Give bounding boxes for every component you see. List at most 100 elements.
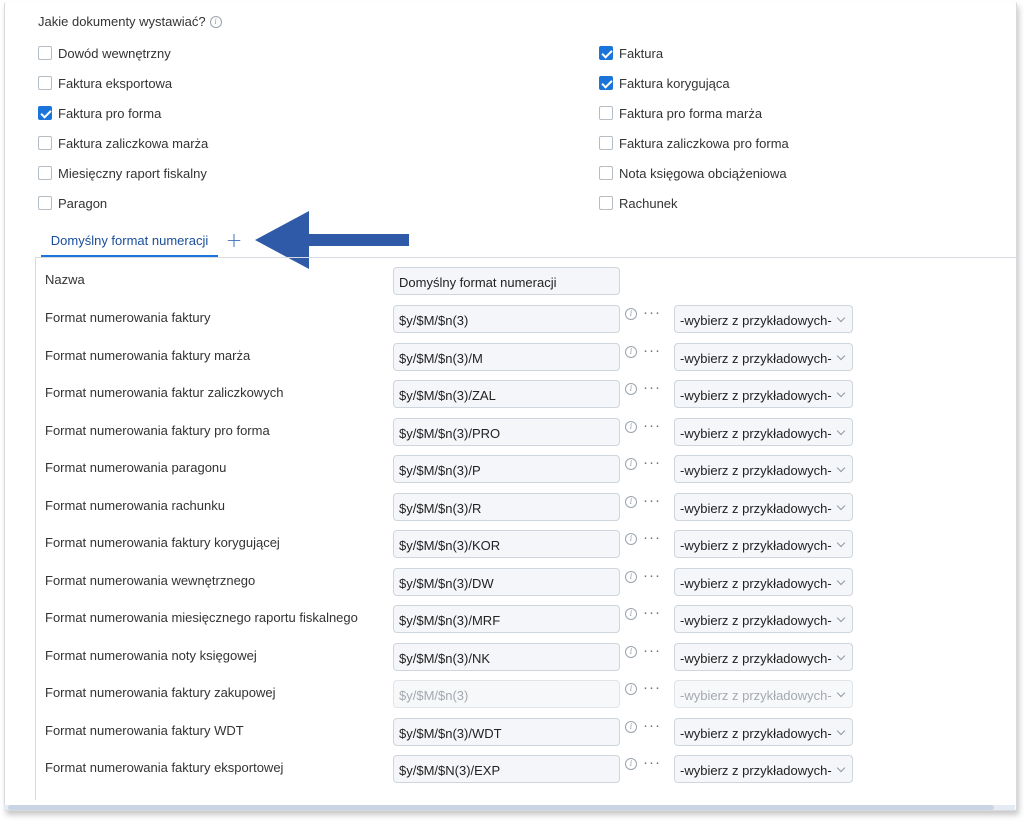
document-type-checkbox[interactable] xyxy=(38,46,52,60)
document-type-option[interactable]: Faktura eksportowa xyxy=(38,74,172,92)
document-type-option[interactable]: Faktura zaliczkowa pro forma xyxy=(599,134,789,152)
more-icon[interactable]: ··· xyxy=(643,305,661,320)
example-format-select[interactable]: -wybierz z przykładowych- xyxy=(674,755,853,783)
info-icon[interactable]: i xyxy=(625,308,637,320)
document-type-checkbox[interactable] xyxy=(599,76,613,90)
name-label: Nazwa xyxy=(45,272,85,287)
document-type-option[interactable]: Faktura xyxy=(599,44,663,62)
info-icon[interactable]: i xyxy=(625,646,637,658)
info-icon[interactable]: i xyxy=(625,683,637,695)
more-icon[interactable]: ··· xyxy=(643,455,661,470)
document-type-option[interactable]: Faktura pro forma xyxy=(38,104,161,122)
document-type-option[interactable]: Rachunek xyxy=(599,194,678,212)
format-input[interactable]: $y/$M/$n(3)/P xyxy=(393,455,620,483)
format-input[interactable]: $y/$M/$n(3)/DW xyxy=(393,568,620,596)
example-format-select[interactable]: -wybierz z przykładowych- xyxy=(674,643,853,671)
info-icon[interactable]: i xyxy=(625,571,637,583)
example-format-select[interactable]: -wybierz z przykładowych- xyxy=(674,530,853,558)
example-format-select[interactable]: -wybierz z przykładowych- xyxy=(674,418,853,446)
more-icon[interactable]: ··· xyxy=(643,568,661,583)
document-type-label: Rachunek xyxy=(619,195,678,211)
info-icon[interactable]: i xyxy=(625,496,637,508)
format-input[interactable]: $y/$M/$n(3)/WDT xyxy=(393,718,620,746)
example-format-select[interactable]: -wybierz z przykładowych- xyxy=(674,718,853,746)
document-type-label: Faktura korygująca xyxy=(619,75,730,91)
select-value: -wybierz z przykładowych- xyxy=(680,538,832,553)
format-row-label: Format numerowania miesięcznego raportu … xyxy=(45,610,358,625)
name-input[interactable]: Domyślny format numeracji xyxy=(393,267,620,295)
format-input: $y/$M/$n(3) xyxy=(393,680,620,708)
horizontal-scrollbar-thumb[interactable] xyxy=(8,805,994,810)
chevron-down-icon xyxy=(836,763,846,773)
more-icon[interactable]: ··· xyxy=(643,755,661,770)
document-type-checkbox[interactable] xyxy=(599,136,613,150)
more-icon[interactable]: ··· xyxy=(643,718,661,733)
select-value: -wybierz z przykładowych- xyxy=(680,313,832,328)
info-icon[interactable]: i xyxy=(209,15,222,28)
example-format-select[interactable]: -wybierz z przykładowych- xyxy=(674,493,853,521)
select-value: -wybierz z przykładowych- xyxy=(680,576,832,591)
example-format-select[interactable]: -wybierz z przykładowych- xyxy=(674,380,853,408)
format-row-label: Format numerowania faktury pro forma xyxy=(45,423,270,438)
more-icon[interactable]: ··· xyxy=(643,605,661,620)
format-input[interactable]: $y/$M/$n(3)/KOR xyxy=(393,530,620,558)
select-value: -wybierz z przykładowych- xyxy=(680,351,832,366)
document-type-checkbox[interactable] xyxy=(599,196,613,210)
info-icon[interactable]: i xyxy=(625,608,637,620)
document-type-checkbox[interactable] xyxy=(38,166,52,180)
add-tab-icon[interactable]: + xyxy=(224,229,244,251)
format-input[interactable]: $y/$M/$n(3) xyxy=(393,305,620,333)
example-format-select[interactable]: -wybierz z przykładowych- xyxy=(674,305,853,333)
more-icon[interactable]: ··· xyxy=(643,530,661,545)
document-type-checkbox[interactable] xyxy=(599,46,613,60)
format-row-label: Format numerowania faktury korygującej xyxy=(45,535,280,550)
format-input[interactable]: $y/$M/$n(3)/MRF xyxy=(393,605,620,633)
document-type-option[interactable]: Nota księgowa obciążeniowa xyxy=(599,164,787,182)
more-icon[interactable]: ··· xyxy=(643,493,661,508)
example-format-select: -wybierz z przykładowych- xyxy=(674,680,853,708)
more-icon[interactable]: ··· xyxy=(643,343,661,358)
document-types-question: Jakie dokumenty wystawiać? i xyxy=(38,14,222,29)
format-row-label: Format numerowania faktury zakupowej xyxy=(45,685,276,700)
document-type-checkbox[interactable] xyxy=(38,106,52,120)
tab-default-numbering-format[interactable]: Domyślny format numeracji xyxy=(41,225,218,257)
format-row-label: Format numerowania faktur zaliczkowych xyxy=(45,385,284,400)
example-format-select[interactable]: -wybierz z przykładowych- xyxy=(674,568,853,596)
document-type-option[interactable]: Paragon xyxy=(38,194,107,212)
more-icon[interactable]: ··· xyxy=(643,643,661,658)
info-icon[interactable]: i xyxy=(625,721,637,733)
format-row-label: Format numerowania faktury xyxy=(45,310,211,325)
info-icon[interactable]: i xyxy=(625,533,637,545)
info-icon[interactable]: i xyxy=(625,458,637,470)
format-input[interactable]: $y/$M/$n(3)/NK xyxy=(393,643,620,671)
format-input[interactable]: $y/$M/$n(3)/ZAL xyxy=(393,380,620,408)
format-input[interactable]: $y/$M/$n(3)/PRO xyxy=(393,418,620,446)
document-type-option[interactable]: Dowód wewnętrzny xyxy=(38,44,171,62)
document-type-checkbox[interactable] xyxy=(599,106,613,120)
format-input[interactable]: $y/$M/$n(3)/R xyxy=(393,493,620,521)
document-type-checkbox[interactable] xyxy=(38,76,52,90)
more-icon[interactable]: ··· xyxy=(643,380,661,395)
document-type-checkbox[interactable] xyxy=(599,166,613,180)
document-type-checkbox[interactable] xyxy=(38,196,52,210)
document-type-option[interactable]: Faktura pro forma marża xyxy=(599,104,762,122)
info-icon[interactable]: i xyxy=(625,421,637,433)
document-type-option[interactable]: Faktura zaliczkowa marża xyxy=(38,134,208,152)
info-icon[interactable]: i xyxy=(625,758,637,770)
format-input[interactable]: $y/$M/$n(3)/M xyxy=(393,343,620,371)
more-icon[interactable]: ··· xyxy=(643,680,661,695)
format-input[interactable]: $y/$M/$N(3)/EXP xyxy=(393,755,620,783)
document-type-option[interactable]: Faktura korygująca xyxy=(599,74,730,92)
info-icon[interactable]: i xyxy=(625,346,637,358)
example-format-select[interactable]: -wybierz z przykładowych- xyxy=(674,455,853,483)
info-icon[interactable]: i xyxy=(625,383,637,395)
document-type-label: Faktura pro forma marża xyxy=(619,105,763,121)
more-icon[interactable]: ··· xyxy=(643,418,661,433)
document-type-label: Nota księgowa obciążeniowa xyxy=(619,165,787,181)
chevron-down-icon xyxy=(836,576,846,586)
example-format-select[interactable]: -wybierz z przykładowych- xyxy=(674,605,853,633)
document-type-checkbox[interactable] xyxy=(38,136,52,150)
example-format-select[interactable]: -wybierz z przykładowych- xyxy=(674,343,853,371)
document-type-option[interactable]: Miesięczny raport fiskalny xyxy=(38,164,207,182)
format-row-label: Format numerowania faktury marża xyxy=(45,348,251,363)
